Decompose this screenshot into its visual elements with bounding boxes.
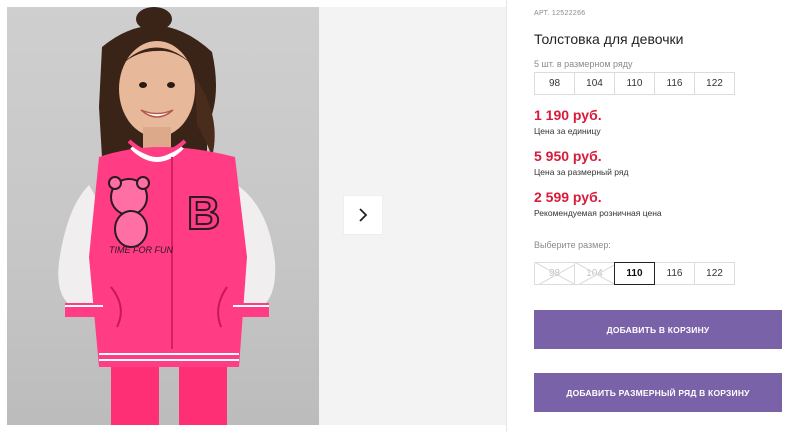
size-option-110[interactable]: 110 <box>614 262 655 285</box>
size-range-label: 5 шт. в размерном ряду <box>534 59 633 69</box>
product-title: Толстовка для девочки <box>534 31 684 47</box>
size-range-list: 98 104 110 116 122 <box>534 72 735 95</box>
choose-size-label: Выберите размер: <box>534 240 611 250</box>
size-option-104: 104 <box>574 262 615 285</box>
product-gallery: TIME FOR FUN B <box>7 7 506 425</box>
size-option-98: 98 <box>534 262 575 285</box>
unit-price-note: Цена за единицу <box>534 126 601 136</box>
retail-price-note: Рекомендуемая розничная цена <box>534 208 662 218</box>
svg-text:TIME FOR FUN: TIME FOR FUN <box>109 245 173 255</box>
size-option-116[interactable]: 116 <box>654 262 695 285</box>
size-range-item: 98 <box>534 72 575 95</box>
svg-text:B: B <box>187 187 220 239</box>
add-range-to-cart-button[interactable]: ДОБАВИТЬ РАЗМЕРНЫЙ РЯД В КОРЗИНУ <box>534 373 782 412</box>
sku: АРТ. 12522266 <box>534 10 585 17</box>
size-range-item: 122 <box>694 72 735 95</box>
size-option-122[interactable]: 122 <box>694 262 735 285</box>
sku-label: АРТ. <box>534 10 550 17</box>
size-range-item: 116 <box>654 72 695 95</box>
size-range-item: 110 <box>614 72 655 95</box>
product-photo[interactable]: TIME FOR FUN B <box>7 7 319 425</box>
chevron-right-icon <box>359 208 368 222</box>
sku-value: 12522266 <box>551 10 586 17</box>
size-range-item: 104 <box>574 72 615 95</box>
retail-price: 2 599 руб. <box>534 189 602 205</box>
girl-in-pink-jacket-image: TIME FOR FUN B <box>58 7 276 425</box>
unit-price: 1 190 руб. <box>534 107 602 123</box>
add-to-cart-button[interactable]: ДОБАВИТЬ В КОРЗИНУ <box>534 310 782 349</box>
gallery-next-button[interactable] <box>344 196 382 234</box>
range-price-note: Цена за размерный ряд <box>534 167 629 177</box>
column-divider <box>506 0 507 432</box>
size-picker: 98 104 110 116 122 <box>534 262 735 285</box>
range-price: 5 950 руб. <box>534 148 602 164</box>
